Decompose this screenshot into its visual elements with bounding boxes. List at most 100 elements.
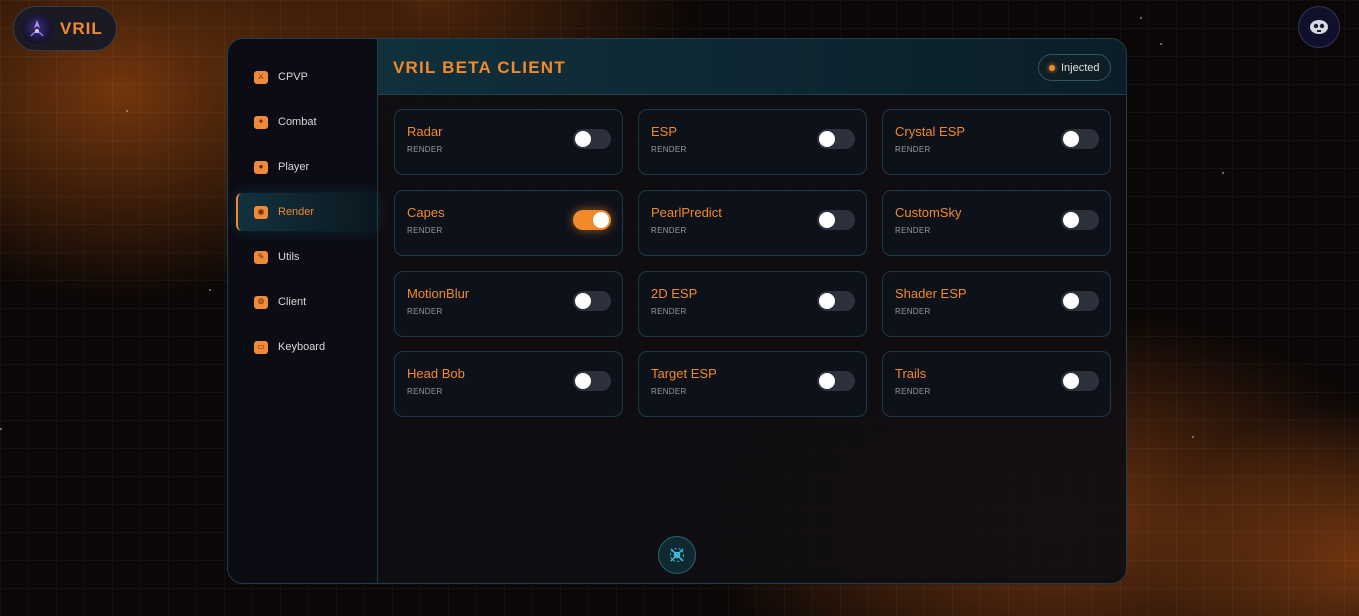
sidebar-item-label: Utils [278, 251, 300, 263]
toggle-knob [819, 131, 835, 147]
module-toggle[interactable] [573, 371, 611, 391]
module-name: Radar [407, 124, 443, 139]
sidebar-item-keyboard[interactable]: ▭ Keyboard [236, 328, 376, 366]
module-toggle[interactable] [817, 129, 855, 149]
toggle-knob [819, 212, 835, 228]
sidebar-item-cpvp[interactable]: ⚔ CPVP [236, 58, 376, 96]
module-toggle[interactable] [817, 371, 855, 391]
star [1140, 17, 1142, 19]
module-card: PearlPredict RENDER [638, 190, 867, 256]
client-icon: ⚙ [254, 295, 268, 309]
toggle-knob [575, 373, 591, 389]
toggle-knob [819, 373, 835, 389]
brand-badge[interactable]: VRIL [13, 6, 117, 51]
sidebar-item-client[interactable]: ⚙ Client [236, 283, 376, 321]
user-avatar-icon[interactable] [1298, 6, 1340, 48]
toggle-knob [1063, 131, 1079, 147]
utils-icon: ✎ [254, 250, 268, 264]
module-toggle[interactable] [1061, 291, 1099, 311]
module-category: RENDER [407, 387, 443, 396]
radar-scan-button[interactable] [658, 536, 696, 574]
module-card: CustomSky RENDER [882, 190, 1111, 256]
module-card: ESP RENDER [638, 109, 867, 175]
module-toggle[interactable] [1061, 129, 1099, 149]
module-toggle[interactable] [817, 291, 855, 311]
toggle-knob [575, 131, 591, 147]
toggle-knob [1063, 373, 1079, 389]
status-badge: Injected [1038, 54, 1111, 81]
star [209, 289, 211, 291]
module-card: Target ESP RENDER [638, 351, 867, 417]
sidebar-item-label: CPVP [278, 71, 308, 83]
toggle-knob [1063, 293, 1079, 309]
sidebar: ⚔ CPVP ✦ Combat ● Player ◉ Render ✎ Utils ⚙ Client ▭… [228, 39, 378, 583]
sidebar-item-label: Combat [278, 116, 317, 128]
module-category: RENDER [895, 226, 931, 235]
module-toggle[interactable] [1061, 210, 1099, 230]
module-category: RENDER [407, 226, 443, 235]
radar-scan-icon [670, 548, 684, 562]
module-card: Crystal ESP RENDER [882, 109, 1111, 175]
module-name: 2D ESP [651, 286, 698, 301]
client-panel: ⚔ CPVP ✦ Combat ● Player ◉ Render ✎ Utils ⚙ Client ▭… [227, 38, 1127, 584]
module-name: Crystal ESP [895, 124, 966, 139]
module-card: MotionBlur RENDER [394, 271, 623, 337]
sidebar-item-label: Client [278, 296, 307, 308]
star [1192, 436, 1194, 438]
header: VRIL BETA CLIENT Injected [378, 39, 1126, 95]
module-card: Shader ESP RENDER [882, 271, 1111, 337]
sidebar-item-label: Render [278, 206, 315, 218]
sidebar-item-player[interactable]: ● Player [236, 148, 376, 186]
toggle-knob [593, 212, 609, 228]
status-dot-icon [1049, 64, 1055, 71]
module-card: Trails RENDER [882, 351, 1111, 417]
sidebar-item-combat[interactable]: ✦ Combat [236, 103, 376, 141]
sidebar-item-utils[interactable]: ✎ Utils [236, 238, 376, 276]
module-name: Capes [407, 205, 445, 220]
star [126, 110, 128, 112]
module-name: PearlPredict [651, 205, 722, 220]
star [1222, 172, 1224, 174]
keyboard-icon: ▭ [254, 340, 268, 354]
status-text: Injected [1061, 61, 1100, 74]
module-card: Head Bob RENDER [394, 351, 623, 417]
module-category: RENDER [895, 387, 931, 396]
module-category: RENDER [651, 387, 687, 396]
module-toggle[interactable] [817, 210, 855, 230]
module-category: RENDER [651, 145, 687, 154]
sidebar-item-label: Player [278, 161, 310, 173]
module-name: Trails [895, 366, 927, 381]
module-category: RENDER [895, 307, 931, 316]
module-name: MotionBlur [407, 286, 470, 301]
render-icon: ◉ [254, 205, 268, 219]
module-name: ESP [651, 124, 678, 139]
module-category: RENDER [407, 145, 443, 154]
sidebar-item-label: Keyboard [278, 341, 326, 353]
module-card: Radar RENDER [394, 109, 623, 175]
toggle-knob [575, 293, 591, 309]
module-category: RENDER [651, 226, 687, 235]
module-category: RENDER [407, 307, 443, 316]
module-toggle[interactable] [1061, 371, 1099, 391]
sidebar-item-render[interactable]: ◉ Render [236, 193, 376, 231]
brand-name: VRIL [60, 18, 103, 38]
sword-icon: ⚔ [254, 70, 268, 84]
module-toggle[interactable] [573, 291, 611, 311]
module-card: Capes RENDER [394, 190, 623, 256]
star [1160, 43, 1162, 45]
combat-icon: ✦ [254, 115, 268, 129]
player-icon: ● [254, 160, 268, 174]
module-toggle[interactable] [573, 129, 611, 149]
module-toggle[interactable] [573, 210, 611, 230]
toggle-knob [819, 293, 835, 309]
star [0, 428, 2, 430]
page-title: VRIL BETA CLIENT [393, 58, 566, 77]
module-name: Shader ESP [895, 286, 967, 301]
module-name: Head Bob [407, 366, 465, 381]
module-category: RENDER [895, 145, 931, 154]
toggle-knob [1063, 212, 1079, 228]
module-category: RENDER [651, 307, 687, 316]
module-name: CustomSky [895, 205, 962, 220]
module-card: 2D ESP RENDER [638, 271, 867, 337]
module-name: Target ESP [651, 366, 717, 381]
